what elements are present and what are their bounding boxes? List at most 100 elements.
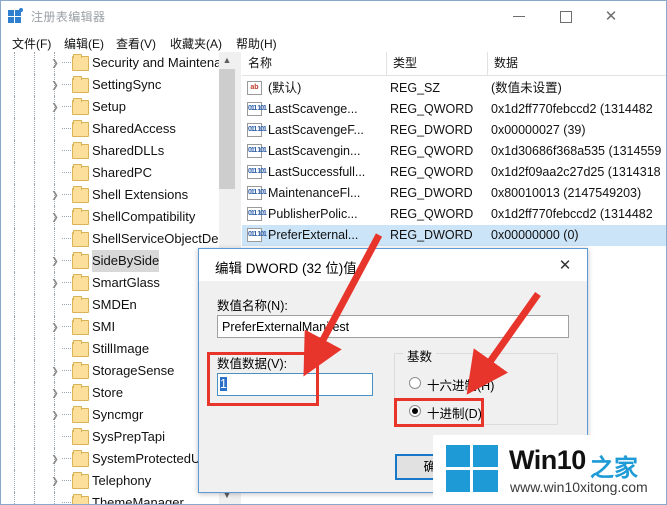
scroll-up-icon[interactable]: ▲ [219,52,235,69]
tree-item[interactable]: ThemeManager [2,492,220,504]
registry-tree[interactable]: ❯ Security and Maintenance ❯ SettingSync ❯ Se… [2,52,235,504]
value-row[interactable]: 011 101 MaintenanceFl... REG_DWORD 0x800100… [242,183,666,204]
tree-guide-line [34,470,36,492]
value-type-cell: REG_QWORD [390,207,474,221]
tree-guide-line [34,338,36,360]
chevron-right-icon[interactable]: ❯ [50,476,60,486]
value-name-cell: PublisherPolic... [268,207,358,221]
tree-guide-line [14,140,16,162]
maximize-button[interactable] [542,1,588,31]
chevron-right-icon[interactable]: ❯ [50,190,60,200]
tree-item[interactable]: ❯ SmartGlass [2,272,220,294]
value-row[interactable]: 011 101 PublisherPolic... REG_QWORD 0x1d2ff… [242,204,666,225]
close-button[interactable]: ✕ [588,1,634,31]
dialog-title: 编辑 DWORD (32 位)值 [215,261,357,276]
tree-connector [62,260,71,262]
maximize-icon [560,11,572,23]
menu-help[interactable]: 帮助(H) [233,34,280,53]
tree-item[interactable]: ❯ Store [2,382,220,404]
folder-icon [72,450,89,467]
menu-favorites[interactable]: 收藏夹(A) [167,34,225,53]
chevron-right-icon[interactable]: ❯ [50,322,60,332]
tree-guide-line [14,360,16,382]
chevron-right-icon[interactable]: ❯ [50,80,60,90]
chevron-right-icon[interactable]: ❯ [50,454,60,464]
folder-icon [72,98,89,115]
decimal-radio-highlight-box [394,398,484,427]
tree-item[interactable]: ❯ StorageSense [2,360,220,382]
value-name-input[interactable]: PreferExternalManifest [217,315,569,338]
watermark: Win10 之家 www.win10xitong.com [433,435,666,504]
column-header-data[interactable]: 数据 [488,52,666,75]
title-bar: 注册表编辑器 ✕ [1,1,666,32]
tree-guide-line [54,492,56,504]
menu-file[interactable]: 文件(F) [9,34,54,53]
column-header-name[interactable]: 名称 [242,52,387,75]
chevron-right-icon[interactable]: ❯ [50,212,60,222]
tree-connector [62,194,71,196]
watermark-url: www.win10xitong.com [510,479,648,495]
tree-guide-line [34,118,36,140]
dialog-close-button[interactable]: ✕ [543,249,587,280]
tree-item[interactable]: ❯ SettingSync [2,74,220,96]
value-row[interactable]: 011 101 PreferExternal... REG_DWORD 0x00000… [242,225,666,246]
minimize-button[interactable] [496,1,542,31]
tree-guide-line [34,316,36,338]
menu-view[interactable]: 查看(V) [113,34,159,53]
tree-item[interactable]: SysPrepTapi [2,426,220,448]
tree-guide-line [34,162,36,184]
tree-item-label: SettingSync [92,77,162,92]
tree-item[interactable]: ❯ SideBySide [2,250,220,272]
value-type-cell: REG_QWORD [390,102,474,116]
tree-item[interactable]: ❯ SMI [2,316,220,338]
chevron-right-icon[interactable]: ❯ [50,278,60,288]
tree-item[interactable]: SharedPC [2,162,220,184]
tree-item[interactable]: ❯ Shell Extensions [2,184,220,206]
tree-item[interactable]: ShellServiceObjectDelayLo [2,228,235,250]
tree-guide-line [54,118,56,140]
tree-item[interactable]: ❯ Syncmgr [2,404,220,426]
menu-edit[interactable]: 编辑(E) [61,34,107,53]
tree-connector [62,326,71,328]
chevron-right-icon[interactable]: ❯ [50,388,60,398]
tree-guide-line [34,74,36,96]
tree-connector [62,370,71,372]
tree-item[interactable]: SharedDLLs [2,140,220,162]
tree-item-label: SideBySide [92,250,160,272]
value-row[interactable]: 011 101 LastScavenge... REG_QWORD 0x1d2ff77… [242,99,666,120]
chevron-right-icon[interactable]: ❯ [50,410,60,420]
value-type-cell: REG_DWORD [390,123,473,137]
folder-icon [72,186,89,203]
value-row[interactable]: ab (默认) REG_SZ (数值未设置) [242,78,666,99]
tree-item[interactable]: ❯ Setup [2,96,220,118]
value-row[interactable]: 011 101 LastScavengin... REG_QWORD 0x1d3068… [242,141,666,162]
tree-item[interactable]: ❯ Security and Maintenance [2,52,235,74]
binary-value-icon: 011 101 [247,165,267,179]
scroll-thumb[interactable] [219,69,235,189]
tree-guide-line [34,206,36,228]
tree-item[interactable]: SharedAccess [2,118,220,140]
tree-guide-line [14,448,16,470]
tree-guide-line [34,184,36,206]
tree-item[interactable]: ❯ Telephony [2,470,220,492]
value-row[interactable]: 011 101 LastSuccessfull... REG_QWORD 0x1d2f… [242,162,666,183]
chevron-right-icon[interactable]: ❯ [50,58,60,68]
tree-guide-line [14,470,16,492]
tree-item-label: StorageSense [92,363,175,378]
tree-item[interactable]: ❯ SystemProtectedUs [2,448,220,470]
tree-item[interactable]: StillImage [2,338,220,360]
value-row[interactable]: 011 101 LastScavengeF... REG_DWORD 0x000000… [242,120,666,141]
chevron-right-icon[interactable]: ❯ [50,366,60,376]
folder-icon [72,274,89,291]
string-value-icon: ab [247,81,262,95]
tree-item-label: SharedPC [92,165,152,180]
tree-guide-line [34,492,36,504]
tree-guide-line [14,316,16,338]
tree-item[interactable]: ❯ ShellCompatibility [2,206,220,228]
registry-icon [8,8,24,24]
chevron-right-icon[interactable]: ❯ [50,256,60,266]
chevron-right-icon[interactable]: ❯ [50,102,60,112]
tree-guide-line [14,272,16,294]
column-header-type[interactable]: 类型 [387,52,488,75]
tree-item[interactable]: SMDEn [2,294,220,316]
